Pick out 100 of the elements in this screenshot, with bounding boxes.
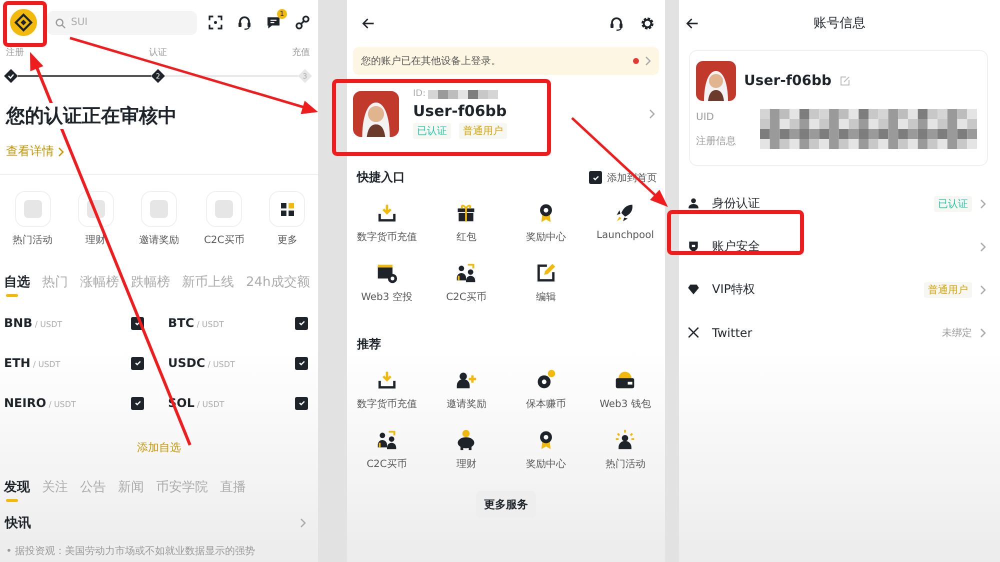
settings-row[interactable]: Twitter 未绑定: [679, 311, 1000, 354]
settings-row[interactable]: 身份认证 已认证: [679, 182, 1000, 225]
status-tag: 已认证: [413, 123, 451, 139]
coin-pair: BTC / USDT: [168, 316, 224, 330]
shortcut-item[interactable]: 编辑: [506, 262, 586, 304]
shortcut-item[interactable]: 数字货币充值: [347, 202, 426, 244]
field-label: UID: [696, 112, 715, 122]
wallet-icon: [614, 369, 636, 391]
x-logo-icon: [687, 326, 700, 339]
scan-icon[interactable]: [208, 15, 223, 30]
shortcut-item[interactable]: 邀请奖励: [138, 191, 179, 247]
search-field[interactable]: SUI: [47, 10, 197, 34]
login-alert-banner[interactable]: 您的账户已在其他设备上登录。: [353, 47, 659, 75]
shortcut-item[interactable]: 理财: [78, 191, 114, 247]
grid-icon: [269, 191, 306, 227]
person-icon: [687, 197, 700, 210]
link-icon[interactable]: [295, 15, 310, 30]
check-icon: [592, 174, 600, 182]
field-label: 注册信息: [696, 134, 737, 148]
placeholder-icon: [206, 191, 242, 227]
check-icon: [298, 399, 306, 407]
download-icon: [376, 202, 398, 224]
headset-icon[interactable]: [237, 15, 252, 30]
shortcut-item[interactable]: 保本赚币: [506, 369, 586, 411]
edit-icon: [534, 262, 557, 284]
shortcut-item[interactable]: Web3 空投: [347, 262, 426, 304]
checkbox[interactable]: [589, 171, 602, 184]
download-icon: [376, 369, 398, 391]
step-label: 注册: [6, 46, 24, 59]
shortcut-item[interactable]: 奖励中心: [506, 202, 586, 244]
calendar-icon: [376, 262, 398, 284]
section-title: 推荐: [356, 336, 382, 353]
check-icon: [134, 359, 142, 367]
shortcut-item[interactable]: Web3 钱包: [586, 369, 665, 411]
coin-pair: BNB / USDT: [4, 316, 62, 330]
redaction-mosaic: [428, 90, 498, 98]
tab[interactable]: 自选: [4, 273, 30, 297]
chevron-icon: [980, 242, 986, 252]
search-icon: [55, 18, 66, 28]
chevron-icon: [649, 109, 655, 119]
shortcut-item[interactable]: 热门活动: [12, 191, 53, 247]
diamond-icon: [687, 283, 700, 296]
shortcut-item[interactable]: 数字货币充值: [347, 369, 426, 411]
placeholder-icon: [140, 191, 177, 227]
status-tag: 普通用户: [459, 123, 507, 139]
coin-pair: ETH / USDT: [4, 356, 60, 370]
coin-pair: NEIRO / USDT: [4, 396, 76, 410]
chevron-icon: [300, 518, 306, 528]
back-arrow-icon[interactable]: [361, 16, 376, 31]
placeholder-icon: [78, 191, 114, 227]
chevron-icon: [58, 146, 64, 156]
chevron-icon: [980, 328, 986, 338]
section-title: 快捷入口: [357, 169, 405, 186]
step-label: 充值: [292, 46, 310, 59]
logo-icon[interactable]: [10, 9, 37, 36]
shortcut-item[interactable]: 热门活动: [586, 429, 665, 471]
back-arrow-icon[interactable]: [685, 16, 700, 30]
shortcut-item[interactable]: 奖励中心: [506, 429, 586, 471]
banner-text: 您的账户已在其他设备上登录。: [361, 54, 501, 68]
shortcut-item[interactable]: C2C买币: [204, 191, 244, 247]
chevron-icon: [645, 56, 651, 66]
user-name: User-f06bb: [744, 73, 832, 89]
section-title: 快讯: [5, 515, 31, 532]
shortcut-item[interactable]: 理财: [426, 429, 506, 471]
chat-icon[interactable]: [266, 15, 281, 30]
check-icon: [298, 319, 306, 327]
checkbox[interactable]: [131, 396, 144, 410]
chevron-icon: [980, 284, 986, 294]
shortcut-item[interactable]: 红包: [426, 202, 506, 244]
chevron-icon: [980, 198, 986, 208]
tab[interactable]: 发现: [4, 478, 30, 502]
avatar: [353, 91, 399, 137]
settings-row[interactable]: 账户安全: [679, 225, 1000, 268]
shortcut-item[interactable]: C2C买币: [347, 429, 426, 471]
shortcut-item[interactable]: C2C买币: [426, 262, 506, 304]
placeholder-icon: [14, 191, 51, 227]
shortcut-item[interactable]: 更多: [269, 191, 306, 247]
headset-icon[interactable]: [609, 16, 624, 31]
status-tag: 已认证: [934, 196, 972, 212]
people-icon: [376, 429, 398, 451]
gift-icon: [455, 202, 478, 224]
status-heading: 您的认证正在审核中: [6, 103, 177, 129]
settings-row[interactable]: VIP特权 普通用户: [679, 268, 1000, 311]
user-name: User-f06bb: [413, 102, 507, 120]
step-label: 认证: [149, 46, 167, 59]
id-label: ID:: [413, 89, 426, 99]
status-tag: 普通用户: [924, 282, 972, 298]
settings-icon[interactable]: [640, 16, 655, 31]
shield-icon: [687, 240, 700, 253]
check-icon: [298, 359, 306, 367]
checkbox[interactable]: [131, 356, 144, 370]
coin-pair: USDC / USDT: [168, 356, 235, 370]
shortcut-item[interactable]: Launchpool: [586, 202, 665, 244]
alert-dot-icon: [633, 58, 639, 64]
shortcut-item[interactable]: 邀请奖励: [426, 369, 506, 411]
checkbox[interactable]: [295, 396, 308, 410]
check-icon: [134, 399, 142, 407]
person-icon: [614, 429, 636, 451]
checkbox[interactable]: [295, 316, 308, 330]
checkbox[interactable]: [295, 356, 308, 370]
